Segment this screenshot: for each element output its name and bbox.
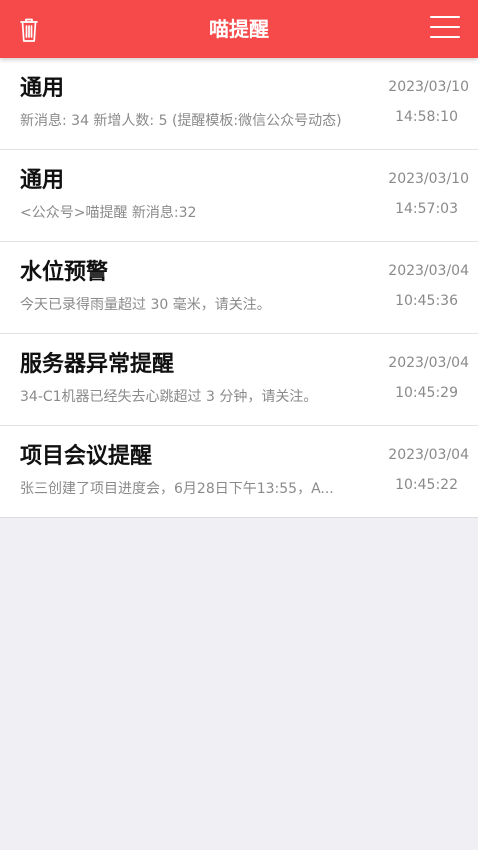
menu-button[interactable] xyxy=(430,15,464,43)
message-title: 项目会议提醒 xyxy=(20,444,153,469)
message-date: 2023/03/04 xyxy=(388,447,469,463)
app-header: 喵提醒 xyxy=(0,0,478,58)
message-title: 水位预警 xyxy=(20,260,109,285)
message-date: 2023/03/10 xyxy=(388,79,469,95)
menu-icon xyxy=(430,16,460,38)
app-title: 喵提醒 xyxy=(209,17,269,41)
message-preview: 张三创建了项目进度会，6月28日下午13:55，A... xyxy=(20,481,334,497)
message-row[interactable]: 服务器异常提醒 34-C1机器已经失去心跳超过 3 分钟，请关注。 2023/0… xyxy=(0,334,478,426)
message-list: 通用 新消息: 34 新增人数: 5 (提醒模板:微信公众号动态) 2023/0… xyxy=(0,58,478,518)
message-title: 通用 xyxy=(20,76,65,101)
message-title: 通用 xyxy=(20,168,65,193)
message-preview: 34-C1机器已经失去心跳超过 3 分钟，请关注。 xyxy=(20,389,318,405)
message-time: 14:58:10 xyxy=(395,109,458,125)
message-time: 10:45:29 xyxy=(395,385,458,401)
message-row[interactable]: 项目会议提醒 张三创建了项目进度会，6月28日下午13:55，A... 2023… xyxy=(0,426,478,517)
message-preview: 新消息: 34 新增人数: 5 (提醒模板:微信公众号动态) xyxy=(20,113,342,129)
message-time: 10:45:22 xyxy=(395,477,458,493)
message-date: 2023/03/04 xyxy=(388,263,469,279)
message-title: 服务器异常提醒 xyxy=(20,352,175,377)
message-time: 10:45:36 xyxy=(395,293,458,309)
message-row[interactable]: 水位预警 今天已录得雨量超过 30 毫米，请关注。 2023/03/04 10:… xyxy=(0,242,478,334)
message-row[interactable]: 通用 新消息: 34 新增人数: 5 (提醒模板:微信公众号动态) 2023/0… xyxy=(0,58,478,150)
message-date: 2023/03/04 xyxy=(388,355,469,371)
message-time: 14:57:03 xyxy=(395,201,458,217)
message-preview: 今天已录得雨量超过 30 毫米，请关注。 xyxy=(20,297,271,313)
message-row[interactable]: 通用 <公众号>喵提醒 新消息:32 2023/03/10 14:57:03 xyxy=(0,150,478,242)
message-date: 2023/03/10 xyxy=(388,171,469,187)
message-preview: <公众号>喵提醒 新消息:32 xyxy=(20,205,197,221)
